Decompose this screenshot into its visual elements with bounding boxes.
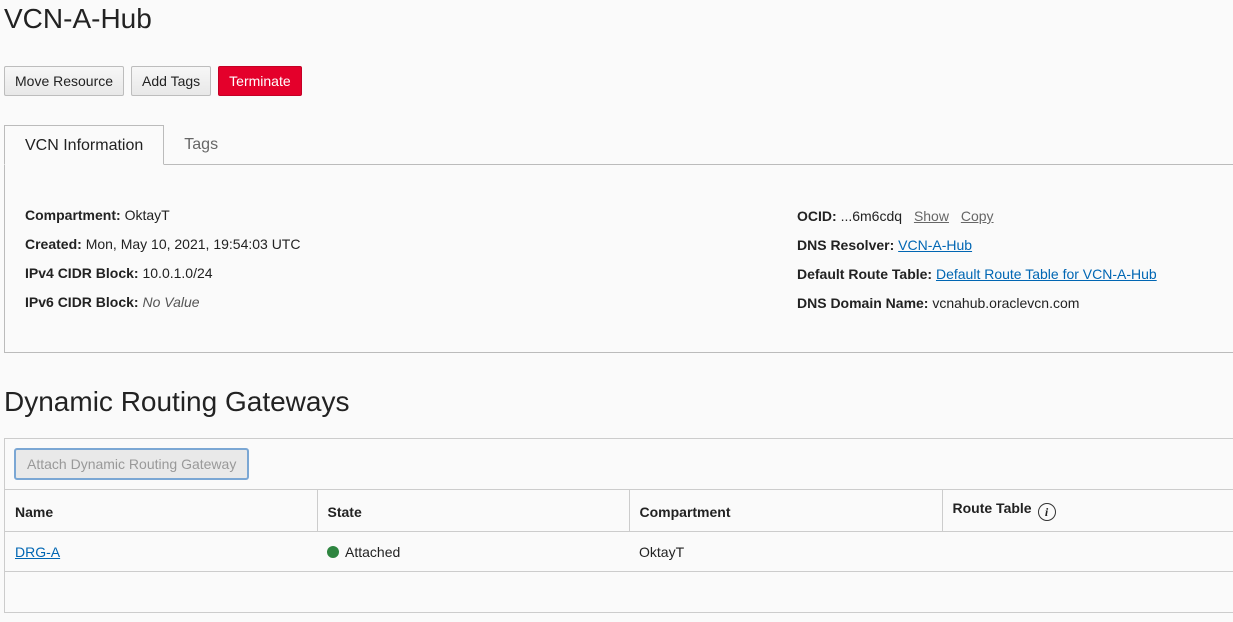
ipv6-row: IPv6 CIDR Block: No Value bbox=[25, 288, 300, 317]
ocid-value: ...6m6cdq bbox=[840, 208, 903, 224]
ipv6-value: No Value bbox=[142, 294, 200, 310]
drg-table-panel: Attach Dynamic Routing Gateway Name Stat… bbox=[4, 438, 1233, 613]
dns-resolver-label: DNS Resolver: bbox=[797, 237, 895, 253]
column-header-compartment[interactable]: Compartment bbox=[629, 489, 943, 532]
drg-table: Name State Compartment Route Table i DRG-… bbox=[5, 489, 1233, 572]
ipv4-row: IPv4 CIDR Block: 10.0.1.0/24 bbox=[25, 259, 300, 288]
dns-domain-value: vcnahub.oraclevcn.com bbox=[932, 295, 1080, 311]
table-header-row: Name State Compartment Route Table i bbox=[5, 489, 1233, 532]
column-header-route-table: Route Table i bbox=[942, 489, 1233, 532]
ocid-row: OCID: ...6m6cdq Show Copy bbox=[797, 202, 1157, 231]
add-tags-button[interactable]: Add Tags bbox=[131, 66, 212, 96]
column-header-name[interactable]: Name bbox=[5, 489, 318, 532]
drg-name-link[interactable]: DRG-A bbox=[15, 544, 60, 560]
created-row: Created: Mon, May 10, 2021, 19:54:03 UTC bbox=[25, 230, 300, 259]
terminate-button[interactable]: Terminate bbox=[218, 66, 302, 96]
drg-state: Attached bbox=[345, 543, 401, 560]
attach-drg-button[interactable]: Attach Dynamic Routing Gateway bbox=[14, 448, 250, 480]
compartment-label: Compartment: bbox=[25, 207, 121, 223]
dns-domain-row: DNS Domain Name: vcnahub.oraclevcn.com bbox=[797, 289, 1157, 318]
cell-state: Attached bbox=[317, 531, 629, 572]
cell-compartment: OktayT bbox=[629, 531, 942, 572]
ocid-label: OCID: bbox=[797, 208, 837, 224]
vcn-info-panel: Compartment: OktayT Created: Mon, May 10… bbox=[4, 165, 1233, 353]
compartment-value: OktayT bbox=[124, 207, 170, 223]
page-title: VCN-A-Hub bbox=[4, 3, 152, 34]
cell-route-table bbox=[942, 531, 1233, 572]
info-column-left: Compartment: OktayT Created: Mon, May 10… bbox=[25, 201, 300, 317]
dns-resolver-row: DNS Resolver: VCN-A-Hub bbox=[797, 231, 1157, 260]
tab-tags[interactable]: Tags bbox=[164, 125, 238, 164]
created-label: Created: bbox=[25, 236, 82, 252]
details-tabs: VCN Information Tags Compartment: OktayT… bbox=[4, 125, 1233, 353]
route-table-label: Default Route Table: bbox=[797, 266, 933, 282]
ipv4-label: IPv4 CIDR Block: bbox=[25, 265, 139, 281]
ipv6-label: IPv6 CIDR Block: bbox=[25, 294, 139, 310]
route-table-header-label: Route Table bbox=[952, 500, 1032, 516]
dns-resolver-link[interactable]: VCN-A-Hub bbox=[898, 237, 972, 253]
ocid-show-link[interactable]: Show bbox=[914, 208, 949, 224]
action-bar: Move Resource Add Tags Terminate bbox=[4, 66, 302, 96]
status-dot-icon bbox=[327, 545, 339, 558]
column-header-state[interactable]: State bbox=[317, 489, 630, 532]
info-column-right: OCID: ...6m6cdq Show Copy DNS Resolver: … bbox=[797, 202, 1157, 318]
cell-name: DRG-A bbox=[5, 531, 317, 572]
tab-vcn-information[interactable]: VCN Information bbox=[4, 125, 165, 165]
created-value: Mon, May 10, 2021, 19:54:03 UTC bbox=[85, 236, 301, 252]
table-row: DRG-A Attached OktayT bbox=[5, 531, 1233, 572]
tab-bar: VCN Information Tags bbox=[4, 125, 1233, 165]
ipv4-value: 10.0.1.0/24 bbox=[142, 265, 213, 281]
move-resource-button[interactable]: Move Resource bbox=[4, 66, 125, 96]
info-icon[interactable]: i bbox=[1037, 503, 1056, 521]
compartment-row: Compartment: OktayT bbox=[25, 201, 300, 230]
ocid-copy-link[interactable]: Copy bbox=[961, 208, 994, 224]
route-table-row: Default Route Table: Default Route Table… bbox=[797, 260, 1157, 289]
route-table-link[interactable]: Default Route Table for VCN-A-Hub bbox=[936, 266, 1157, 282]
dns-domain-label: DNS Domain Name: bbox=[797, 295, 929, 311]
drg-section-title: Dynamic Routing Gateways bbox=[4, 386, 350, 417]
